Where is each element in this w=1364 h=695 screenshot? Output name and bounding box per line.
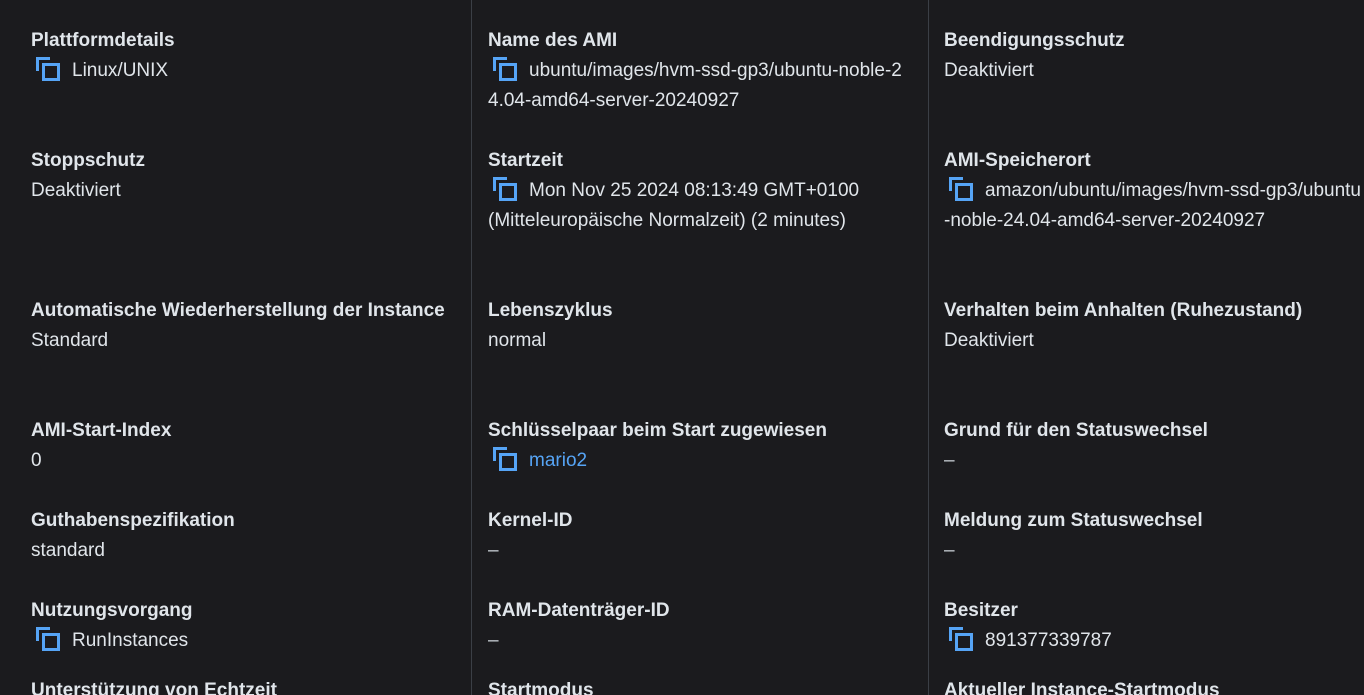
copy-icon[interactable] bbox=[493, 447, 519, 471]
field-label: Stoppschutz bbox=[31, 150, 145, 171]
field-ami-launch-index: AMI-Start-Index 0 bbox=[0, 416, 471, 476]
field-value: – bbox=[488, 540, 499, 561]
copy-icon[interactable] bbox=[493, 177, 519, 201]
field-label: Aktueller Instance-Startmodus bbox=[944, 680, 1220, 695]
field-label: Startmodus bbox=[488, 680, 594, 695]
field-label: Automatische Wiederherstellung der Insta… bbox=[31, 300, 445, 321]
field-auto-recovery: Automatische Wiederherstellung der Insta… bbox=[0, 296, 471, 356]
field-label: Name des AMI bbox=[488, 30, 618, 51]
field-stop-protection: Stoppschutz Deaktiviert bbox=[0, 146, 471, 206]
field-value: Deaktiviert bbox=[944, 330, 1034, 351]
field-label: Schlüsselpaar beim Start zugewiesen bbox=[488, 420, 827, 441]
field-cut-off: Unterstützung von Echtzeit bbox=[0, 676, 471, 695]
details-column-1: Plattformdetails Linux/UNIX Stoppschutz … bbox=[0, 0, 471, 695]
field-kernel-id: Kernel-ID – bbox=[472, 506, 928, 566]
field-value: RunInstances bbox=[31, 626, 451, 656]
field-label: Grund für den Statuswechsel bbox=[944, 420, 1208, 441]
field-label: Nutzungsvorgang bbox=[31, 600, 193, 621]
instance-details-panel: Plattformdetails Linux/UNIX Stoppschutz … bbox=[0, 0, 1364, 695]
copy-icon[interactable] bbox=[493, 57, 519, 81]
field-label: Startzeit bbox=[488, 150, 563, 171]
copy-icon[interactable] bbox=[949, 177, 975, 201]
field-value: standard bbox=[31, 540, 105, 561]
field-value: 0 bbox=[31, 450, 42, 471]
field-platform-details: Plattformdetails Linux/UNIX bbox=[0, 26, 471, 86]
field-launch-time: Startzeit Mon Nov 25 2024 08:13:49 GMT+0… bbox=[472, 146, 928, 236]
field-value: – bbox=[944, 450, 955, 471]
field-value: Deaktiviert bbox=[31, 180, 121, 201]
field-label: Guthabenspezifikation bbox=[31, 510, 235, 531]
field-label: RAM-Datenträger-ID bbox=[488, 600, 670, 621]
field-label: Unterstützung von Echtzeit bbox=[31, 680, 277, 695]
field-value: Deaktiviert bbox=[944, 60, 1034, 81]
field-termination-protection: Beendigungsschutz Deaktiviert bbox=[929, 26, 1364, 86]
field-state-transition-message: Meldung zum Statuswechsel – bbox=[929, 506, 1364, 566]
field-label: AMI-Speicherort bbox=[944, 150, 1091, 171]
field-cut-off: Aktueller Instance-Startmodus bbox=[929, 676, 1364, 695]
field-value: normal bbox=[488, 330, 547, 351]
field-value: mario2 bbox=[488, 446, 916, 476]
field-label: Meldung zum Statuswechsel bbox=[944, 510, 1203, 531]
field-label: AMI-Start-Index bbox=[31, 420, 172, 441]
field-owner: Besitzer 891377339787 bbox=[929, 596, 1364, 656]
field-value: amazon/ubuntu/images/hvm-ssd-gp3/ubuntu-… bbox=[944, 176, 1364, 236]
details-column-2: Name des AMI ubuntu/images/hvm-ssd-gp3/u… bbox=[471, 0, 928, 695]
field-value: – bbox=[944, 540, 955, 561]
copy-icon[interactable] bbox=[36, 627, 62, 651]
field-ami-name: Name des AMI ubuntu/images/hvm-ssd-gp3/u… bbox=[472, 26, 928, 116]
field-value: Linux/UNIX bbox=[31, 56, 451, 86]
field-cut-off: Startmodus bbox=[472, 676, 928, 695]
field-ramdisk-id: RAM-Datenträger-ID – bbox=[472, 596, 928, 656]
field-key-pair: Schlüsselpaar beim Start zugewiesen mari… bbox=[472, 416, 928, 476]
key-pair-link[interactable]: mario2 bbox=[529, 450, 587, 471]
details-column-3: Beendigungsschutz Deaktiviert AMI-Speich… bbox=[928, 0, 1364, 695]
field-label: Plattformdetails bbox=[31, 30, 175, 51]
field-label: Verhalten beim Anhalten (Ruhezustand) bbox=[944, 300, 1303, 321]
field-lifecycle: Lebenszyklus normal bbox=[472, 296, 928, 356]
field-value: 891377339787 bbox=[944, 626, 1364, 656]
field-state-transition-reason: Grund für den Statuswechsel – bbox=[929, 416, 1364, 476]
field-label: Besitzer bbox=[944, 600, 1018, 621]
field-value: ubuntu/images/hvm-ssd-gp3/ubuntu-noble-2… bbox=[488, 56, 916, 116]
field-value: Standard bbox=[31, 330, 109, 351]
field-hibernation-behavior: Verhalten beim Anhalten (Ruhezustand) De… bbox=[929, 296, 1364, 356]
field-value: Mon Nov 25 2024 08:13:49 GMT+0100 (Mitte… bbox=[488, 176, 916, 236]
field-credit-specification: Guthabenspezifikation standard bbox=[0, 506, 471, 566]
field-usage-operation: Nutzungsvorgang RunInstances bbox=[0, 596, 471, 656]
field-ami-location: AMI-Speicherort amazon/ubuntu/images/hvm… bbox=[929, 146, 1364, 236]
field-label: Beendigungsschutz bbox=[944, 30, 1125, 51]
field-label: Kernel-ID bbox=[488, 510, 573, 531]
copy-icon[interactable] bbox=[36, 57, 62, 81]
field-label: Lebenszyklus bbox=[488, 300, 613, 321]
field-value: – bbox=[488, 630, 499, 651]
copy-icon[interactable] bbox=[949, 627, 975, 651]
